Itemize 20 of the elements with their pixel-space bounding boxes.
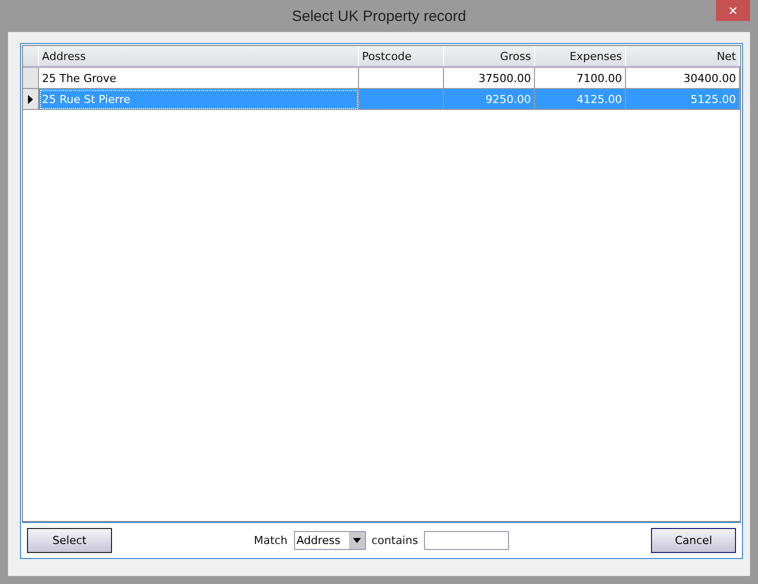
cancel-button[interactable]: Cancel: [651, 528, 736, 552]
table-cell: 5125.00: [626, 89, 740, 110]
table-cell: 9250.00: [444, 89, 535, 110]
column-header[interactable]: Net: [626, 46, 740, 66]
current-row-icon: [28, 94, 33, 104]
row-indicator[interactable]: [23, 89, 39, 110]
column-header[interactable]: Expenses: [535, 46, 626, 66]
search-field[interactable]: [424, 530, 510, 550]
contains-label: contains: [372, 534, 418, 546]
column-header[interactable]: Gross: [444, 46, 535, 66]
select-button[interactable]: Select: [27, 528, 112, 552]
close-button[interactable]: ✕: [716, 0, 750, 21]
column-header[interactable]: Address: [39, 46, 359, 66]
window-title: Select UK Property record: [292, 8, 466, 24]
table-cell: 25 Rue St Pierre: [39, 89, 359, 110]
column-header[interactable]: Postcode: [359, 46, 444, 66]
dropdown-arrow-icon: [352, 538, 360, 542]
table-cell: 4125.00: [535, 89, 626, 110]
match-dropdown[interactable]: Address: [294, 530, 366, 550]
match-label: Match: [254, 534, 288, 546]
